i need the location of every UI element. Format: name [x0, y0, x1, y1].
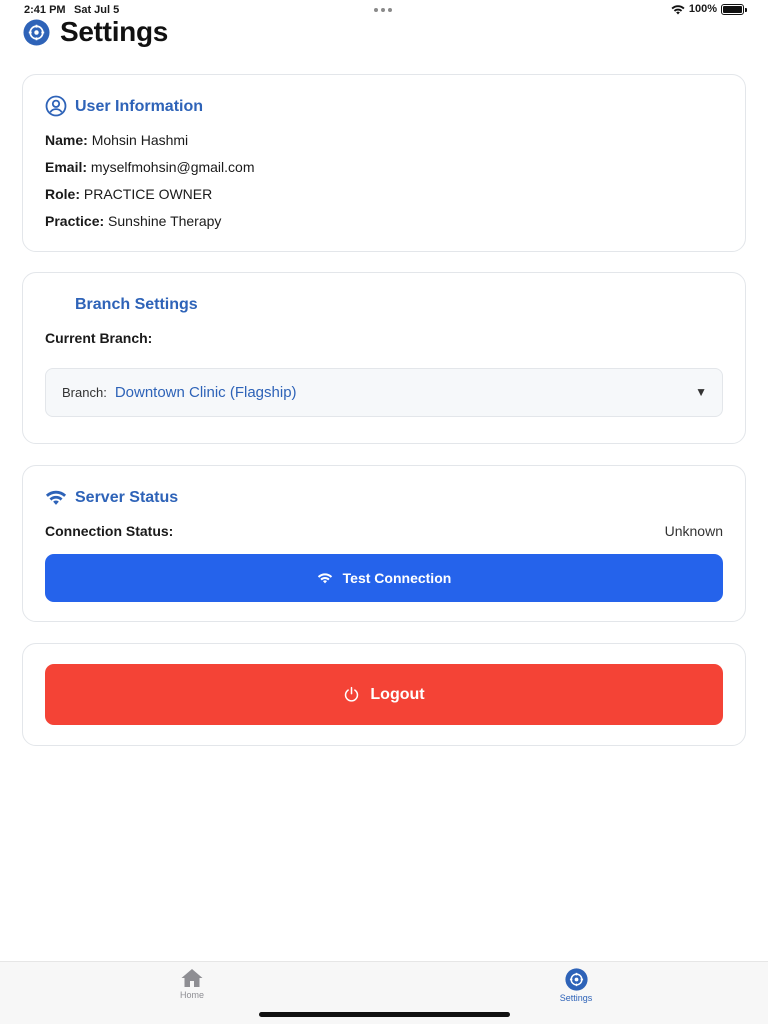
test-connection-label: Test Connection — [342, 570, 452, 586]
user-name-label: Name: — [45, 132, 88, 148]
wifi-icon — [45, 490, 67, 505]
user-role-value: PRACTICE OWNER — [83, 186, 213, 202]
user-name-value: Mohsin Hashmi — [91, 132, 189, 148]
connection-status-value: Unknown — [664, 523, 723, 539]
user-practice-value: Sunshine Therapy — [108, 213, 222, 229]
tab-settings-label: Settings — [559, 993, 593, 1003]
home-indicator — [259, 1012, 510, 1017]
settings-icon — [564, 968, 588, 991]
test-connection-button[interactable]: Test Connection — [45, 554, 723, 602]
multitasking-dots-icon[interactable] — [374, 8, 392, 12]
wifi-icon — [671, 4, 685, 14]
user-role-row: Role: PRACTICE OWNER — [45, 186, 212, 202]
user-circle-icon — [45, 95, 67, 117]
server-status-title: Server Status — [75, 489, 179, 506]
user-email-row: Email: myselfmohsin@gmail.com — [45, 159, 255, 175]
branch-select-label: Branch: — [62, 385, 107, 400]
user-email-value: myselfmohsin@gmail.com — [90, 159, 255, 175]
user-practice-row: Practice: Sunshine Therapy — [45, 213, 221, 229]
connection-status-label: Connection Status: — [45, 523, 174, 539]
tab-home[interactable]: Home — [152, 968, 232, 1000]
branch-select[interactable]: Branch: Downtown Clinic (Flagship) ▼ — [45, 368, 723, 417]
user-information-title: User Information — [75, 98, 204, 115]
status-right: 100% — [671, 3, 747, 15]
power-icon — [345, 686, 359, 702]
connection-status-row: Connection Status: Unknown — [45, 523, 723, 539]
branch-settings-title: Branch Settings — [75, 296, 198, 313]
settings-screen: 2:41 PM Sat Jul 5 100% Settings User Inf… — [0, 0, 768, 1024]
branch-settings-card: Branch Settings Current Branch: Branch: … — [22, 272, 746, 444]
branch-select-value: Downtown Clinic (Flagship) — [114, 384, 297, 401]
logout-card: Logout — [22, 643, 746, 746]
user-name-row: Name: Mohsin Hashmi — [45, 132, 188, 148]
settings-icon — [23, 18, 50, 46]
status-date: Sat Jul 5 — [74, 4, 120, 16]
tab-home-label: Home — [179, 990, 204, 1000]
user-information-card: User Information Name: Mohsin Hashmi Ema… — [22, 74, 746, 252]
tab-settings[interactable]: Settings — [536, 968, 616, 1003]
user-practice-label: Practice: — [45, 213, 105, 229]
status-time: 2:41 PM — [24, 4, 66, 16]
logout-button[interactable]: Logout — [45, 664, 723, 725]
logout-label: Logout — [370, 685, 425, 703]
user-role-label: Role: — [45, 186, 80, 202]
home-icon — [181, 969, 203, 987]
user-email-label: Email: — [45, 159, 88, 175]
chevron-down-icon: ▼ — [695, 385, 707, 399]
page-header: Settings — [23, 16, 168, 48]
server-status-card: Server Status Connection Status: Unknown… — [22, 465, 746, 622]
wifi-icon — [317, 572, 332, 583]
current-branch-label: Current Branch: — [45, 330, 153, 346]
battery-icon — [721, 3, 747, 15]
battery-percent: 100% — [688, 3, 717, 15]
page-title: Settings — [60, 16, 169, 47]
